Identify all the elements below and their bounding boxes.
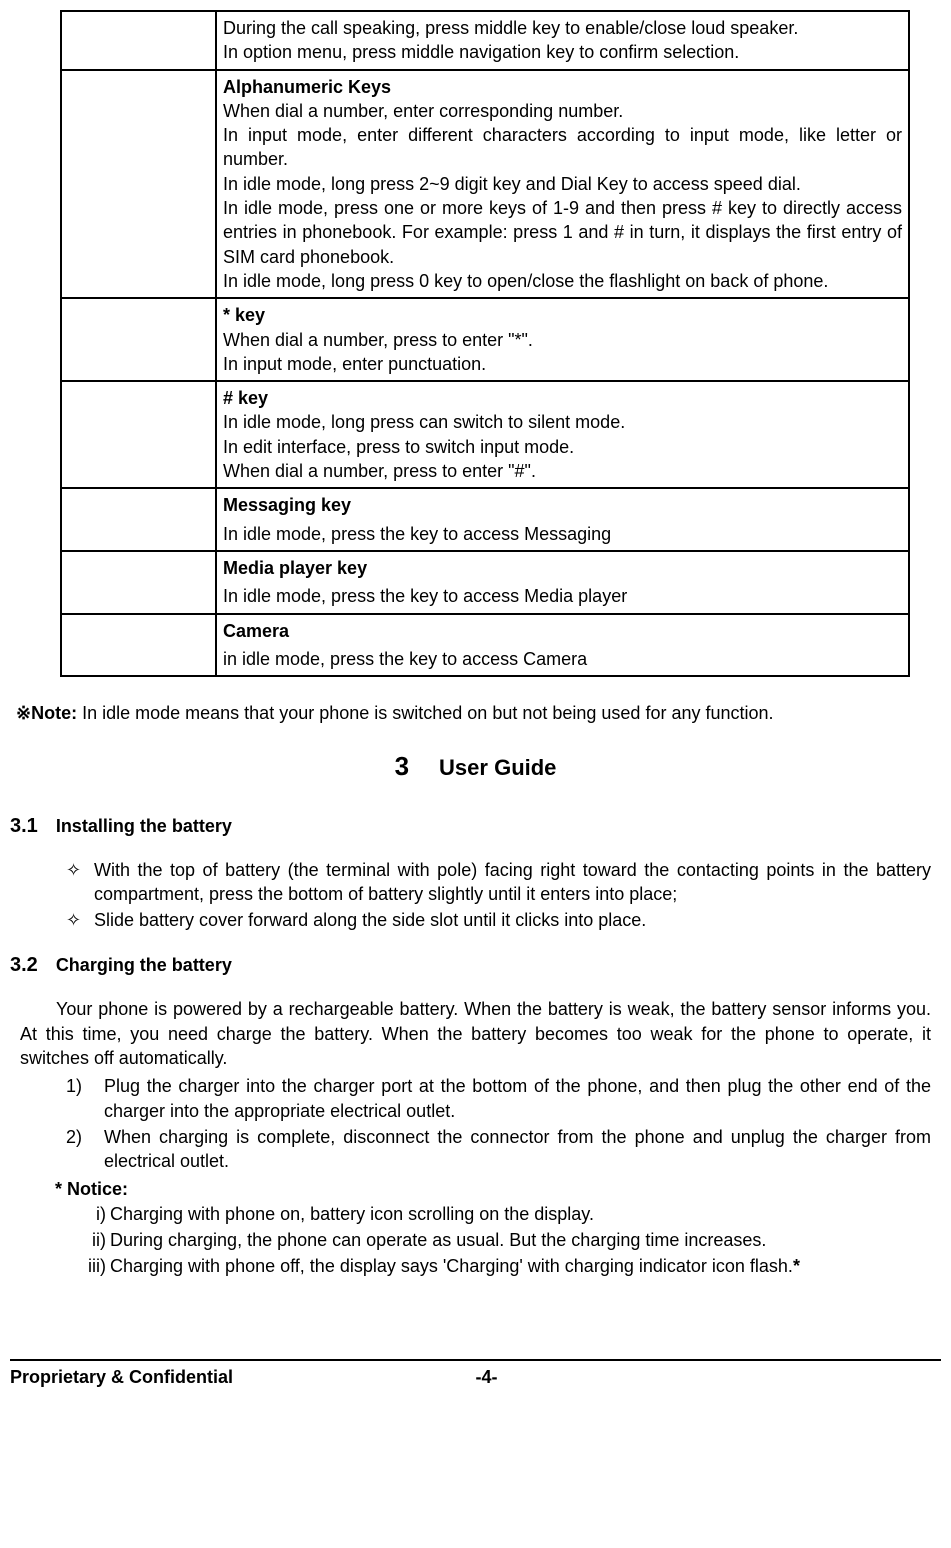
cell-text: In idle mode, press the key to access Me… (223, 522, 902, 546)
table-row: Camera in idle mode, press the key to ac… (61, 614, 909, 677)
subsection-title: Charging the battery (56, 955, 232, 975)
table-row: Alphanumeric Keys When dial a number, en… (61, 70, 909, 299)
cell-text: in idle mode, press the key to access Ca… (223, 647, 902, 671)
cell-body: Messaging key In idle mode, press the ke… (216, 488, 909, 551)
footer-left: Proprietary & Confidential (10, 1365, 476, 1389)
subsection-number: 3.1 (10, 813, 38, 840)
bullet-list-31: ✧ With the top of battery (the terminal … (66, 858, 931, 933)
diamond-icon: ✧ (66, 908, 94, 932)
note: ※Note: In idle mode means that your phon… (16, 701, 941, 725)
cell-label (61, 488, 216, 551)
table-row: * key When dial a number, press to enter… (61, 298, 909, 381)
page-footer: Proprietary & Confidential -4- (10, 1359, 941, 1389)
list-text: During charging, the phone can operate a… (110, 1228, 931, 1252)
list-item: i) Charging with phone on, battery icon … (80, 1202, 931, 1226)
list-item: ii) During charging, the phone can opera… (80, 1228, 931, 1252)
numbered-list-32: 1) Plug the charger into the charger por… (66, 1074, 931, 1173)
cell-body: Alphanumeric Keys When dial a number, en… (216, 70, 909, 299)
cell-title: Media player key (223, 556, 902, 580)
cell-body: * key When dial a number, press to enter… (216, 298, 909, 381)
list-item: iii) Charging with phone off, the displa… (80, 1254, 931, 1278)
notice-label: * Notice: (55, 1177, 941, 1201)
list-text: Plug the charger into the charger port a… (104, 1074, 931, 1123)
keys-table: During the call speaking, press middle k… (60, 10, 910, 677)
cell-label (61, 70, 216, 299)
cell-title: Messaging key (223, 493, 902, 517)
section-3-1-heading: 3.1 Installing the battery (10, 813, 941, 840)
table-row: Messaging key In idle mode, press the ke… (61, 488, 909, 551)
roman-list: i) Charging with phone on, battery icon … (80, 1202, 931, 1279)
list-number: ii) (80, 1228, 110, 1252)
cell-label (61, 298, 216, 381)
table-row: During the call speaking, press middle k… (61, 11, 909, 70)
cell-title: # key (223, 388, 268, 408)
cell-label (61, 381, 216, 488)
list-item: ✧ With the top of battery (the terminal … (66, 858, 931, 907)
list-text: When charging is complete, disconnect th… (104, 1125, 931, 1174)
list-number: 1) (66, 1074, 104, 1123)
cell-title: Camera (223, 619, 902, 643)
cell-text: When dial a number, enter corresponding … (223, 101, 902, 291)
paragraph-32: Your phone is powered by a rechargeable … (20, 997, 931, 1070)
list-number: iii) (80, 1254, 110, 1278)
cell-body: Camera in idle mode, press the key to ac… (216, 614, 909, 677)
cell-text: When dial a number, press to enter "*". … (223, 330, 533, 374)
diamond-icon: ✧ (66, 858, 94, 907)
cell-body: During the call speaking, press middle k… (216, 11, 909, 70)
list-number: 2) (66, 1125, 104, 1174)
section-title: User Guide (439, 755, 556, 780)
section-number: 3 (395, 749, 409, 784)
table-row: # key In idle mode, long press can switc… (61, 381, 909, 488)
list-number: i) (80, 1202, 110, 1226)
cell-label (61, 11, 216, 70)
cell-label (61, 551, 216, 614)
list-text: With the top of battery (the terminal wi… (94, 858, 931, 907)
table-row: Media player key In idle mode, press the… (61, 551, 909, 614)
cell-body: Media player key In idle mode, press the… (216, 551, 909, 614)
subsection-title: Installing the battery (56, 816, 232, 836)
cell-body: # key In idle mode, long press can switc… (216, 381, 909, 488)
cell-text: In idle mode, press the key to access Me… (223, 584, 902, 608)
cell-text: In idle mode, long press can switch to s… (223, 412, 625, 481)
list-text: Slide battery cover forward along the si… (94, 908, 931, 932)
note-text: In idle mode means that your phone is sw… (82, 703, 773, 723)
subsection-number: 3.2 (10, 952, 38, 979)
list-text: Charging with phone off, the display say… (110, 1254, 931, 1278)
section-3-2-heading: 3.2 Charging the battery (10, 952, 941, 979)
footer-page-number: -4- (476, 1365, 942, 1389)
list-item: 2) When charging is complete, disconnect… (66, 1125, 931, 1174)
list-item: ✧ Slide battery cover forward along the … (66, 908, 931, 932)
section-3-heading: 3 User Guide (10, 749, 941, 784)
note-prefix: ※Note: (16, 703, 82, 723)
cell-title: Alphanumeric Keys (223, 77, 391, 97)
cell-label (61, 614, 216, 677)
list-text: Charging with phone on, battery icon scr… (110, 1202, 931, 1226)
cell-title: * key (223, 305, 265, 325)
list-item: 1) Plug the charger into the charger por… (66, 1074, 931, 1123)
